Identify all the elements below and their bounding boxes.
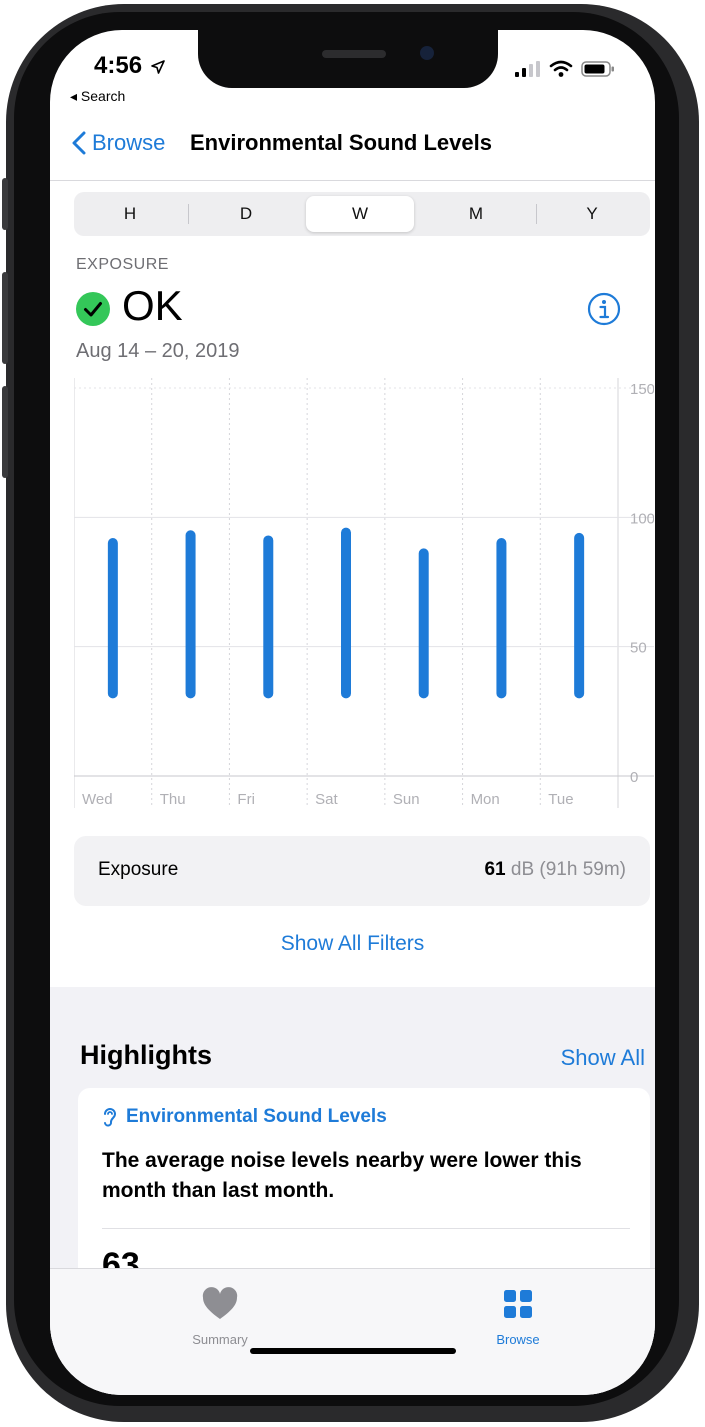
chart-x-tick-label: Sat <box>315 791 338 808</box>
chart-x-tick-label: Sun <box>393 791 420 808</box>
home-indicator <box>250 1348 456 1354</box>
highlight-card-text: The average noise levels nearby were low… <box>102 1149 582 1202</box>
chart-bar <box>418 548 429 699</box>
ear-icon <box>104 1108 117 1127</box>
back-to-app-link[interactable]: ◂ Search <box>70 88 125 105</box>
navigation-bar: Browse Environmental Sound Levels <box>50 126 655 180</box>
highlight-card-divider <box>102 1228 630 1229</box>
browse-back-label: Browse <box>92 130 166 155</box>
segment-hour[interactable]: H <box>74 192 186 236</box>
chart-y-tick-label: 50 <box>630 640 647 657</box>
browse-back-button[interactable]: Browse <box>72 130 165 156</box>
wifi-icon <box>549 60 573 77</box>
chart-y-tick-label: 100 <box>630 510 654 527</box>
chart-bar <box>496 538 507 699</box>
summary-number: 61 <box>484 859 506 880</box>
show-all-link[interactable]: Show All <box>561 1045 645 1071</box>
tab-summary-label: Summary <box>192 1332 248 1347</box>
location-arrow-icon <box>150 59 165 74</box>
highlight-card-title: Environmental Sound Levels <box>102 1106 387 1128</box>
segment-divider <box>188 204 189 224</box>
chart-x-tick-label: Fri <box>237 791 255 808</box>
tab-browse-label: Browse <box>496 1332 540 1347</box>
notch <box>198 30 498 88</box>
chart-x-tick-label: Wed <box>82 791 113 808</box>
exposure-summary-card[interactable]: Exposure 61 dB (91h 59m) <box>74 836 650 906</box>
chart-x-tick-label: Mon <box>471 791 500 808</box>
segment-year[interactable]: Y <box>536 192 648 236</box>
chart-bar <box>574 532 585 699</box>
summary-label: Exposure <box>98 859 179 880</box>
camera <box>420 46 434 60</box>
exposure-section-label: EXPOSURE <box>76 256 169 273</box>
tab-bar: Summary Browse <box>50 1268 655 1395</box>
nav-divider <box>50 180 655 181</box>
volume-up-button <box>2 272 8 364</box>
chart-bar <box>341 527 351 699</box>
chart-y-tick-label: 0 <box>630 769 638 786</box>
status-icons <box>515 60 615 78</box>
summary-value: 61 dB (91h 59m) <box>484 859 626 881</box>
tab-summary[interactable]: Summary <box>150 1287 290 1347</box>
segment-week[interactable]: W <box>304 192 416 236</box>
time-range-segmented-control: H D W M Y <box>74 192 650 236</box>
grid-icon <box>504 1290 532 1318</box>
chart-bar <box>107 538 118 699</box>
chart-bar <box>263 535 274 699</box>
highlight-card-title-text: Environmental Sound Levels <box>126 1106 387 1127</box>
chart-y-tick-label: 150 <box>630 381 654 398</box>
chart-x-tick-label: Thu <box>160 791 186 808</box>
screen: 4:56 ◂ Search Browse Environmental Sound… <box>50 30 655 1395</box>
check-icon <box>76 292 110 326</box>
page-title: Environmental Sound Levels <box>190 130 492 155</box>
summary-unit: dB (91h 59m) <box>510 859 626 880</box>
mute-switch <box>2 178 8 230</box>
chevron-left-icon <box>72 131 86 155</box>
status-time-text: 4:56 <box>94 52 143 79</box>
status-time: 4:56 <box>94 52 165 80</box>
highlights-title: Highlights <box>80 1040 212 1070</box>
segment-day[interactable]: D <box>190 192 302 236</box>
volume-down-button <box>2 386 8 478</box>
segment-month[interactable]: M <box>420 192 532 236</box>
show-all-filters-link[interactable]: Show All Filters <box>50 932 655 956</box>
info-icon[interactable] <box>587 292 621 331</box>
chart-bar <box>185 530 196 699</box>
sound-level-chart: 150 100 50 0 Wed Thu Fri Sat Sun Mon Tue <box>74 378 654 808</box>
speaker <box>322 50 386 58</box>
exposure-status: OK <box>122 282 183 329</box>
heart-icon <box>202 1287 238 1319</box>
chart-x-tick-label: Tue <box>548 791 573 808</box>
date-range: Aug 14 – 20, 2019 <box>76 340 240 362</box>
tab-browse[interactable]: Browse <box>448 1287 588 1347</box>
battery-icon <box>581 61 614 77</box>
cellular-signal-icon <box>515 61 540 77</box>
